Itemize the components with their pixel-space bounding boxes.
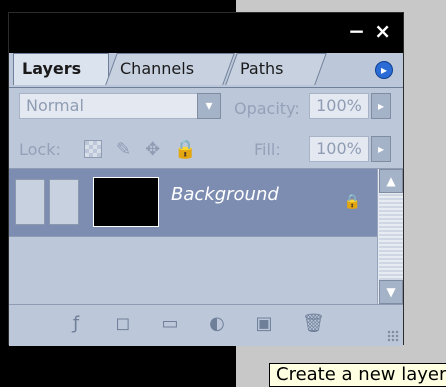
opacity-label: Opacity: (234, 99, 300, 118)
chevron-down-icon[interactable]: ▾ (197, 93, 221, 119)
panel-titlebar: − × (9, 13, 403, 53)
lock-position-icon[interactable]: ✥ (145, 139, 160, 160)
layer-mask-icon[interactable]: ◻ (114, 315, 132, 333)
fill-input[interactable]: 100% (309, 136, 369, 162)
visibility-icon[interactable] (15, 179, 45, 225)
fill-label: Fill: (254, 140, 281, 159)
lock-fill-row: Lock: ✎ ✥ 🔒 Fill: 100% ▸ (9, 127, 403, 169)
opacity-stepper-button[interactable]: ▸ (371, 93, 391, 119)
scroll-down-icon[interactable]: ▼ (379, 280, 403, 304)
tab-paths-label: Paths (240, 59, 284, 78)
lock-options: ✎ ✥ 🔒 (84, 136, 197, 162)
brush-icon[interactable] (49, 179, 79, 225)
new-group-icon[interactable]: ▭ (161, 315, 179, 333)
tab-channels-label: Channels (120, 59, 195, 78)
layer-row[interactable]: Background 🔒 (9, 169, 377, 237)
trash-icon[interactable]: 🗑 (302, 315, 325, 333)
opacity-input[interactable]: 100% (309, 93, 369, 119)
lock-transparent-icon[interactable] (84, 140, 102, 158)
lock-label: Lock: (19, 140, 61, 159)
tooltip: Create a new layer (269, 363, 446, 387)
resize-grip-icon[interactable] (387, 330, 399, 342)
blend-mode-select[interactable]: Normal ▾ (19, 93, 221, 119)
panel-footer: ƒ ◻ ▭ ◐ ▣ 🗑 (9, 304, 403, 346)
scroll-up-icon[interactable]: ▲ (379, 169, 403, 193)
layer-style-icon[interactable]: ƒ (67, 315, 85, 333)
blend-opacity-row: Normal ▾ Opacity: 100% ▸ (9, 87, 403, 127)
lock-image-icon[interactable]: ✎ (116, 139, 131, 160)
layers-list: Background 🔒 (9, 169, 377, 304)
scroll-track[interactable] (379, 193, 403, 280)
tab-layers[interactable]: Layers (13, 53, 109, 85)
layer-name: Background (171, 184, 279, 205)
fill-stepper-button[interactable]: ▸ (371, 136, 391, 162)
new-layer-icon[interactable]: ▣ (255, 315, 273, 333)
close-icon[interactable]: × (374, 21, 391, 41)
menu-arrow-icon[interactable]: ▸ (375, 61, 393, 79)
adjustment-layer-icon[interactable]: ◐ (208, 315, 226, 333)
lock-icon: 🔒 (343, 194, 361, 210)
layer-thumbnail (93, 177, 159, 227)
layers-panel: − × Layers Channels Paths ▸ Normal ▾ Opa… (8, 12, 404, 346)
background-black-area (0, 345, 236, 387)
layers-scrollbar[interactable]: ▲ ▼ (377, 169, 403, 304)
blend-mode-value: Normal (26, 96, 84, 115)
tab-channels[interactable]: Channels (105, 53, 235, 85)
panel-tabs: Layers Channels Paths ▸ (9, 53, 403, 88)
minimize-icon[interactable]: − (348, 21, 365, 41)
tab-paths[interactable]: Paths (225, 53, 327, 85)
footer-icons: ƒ ◻ ▭ ◐ ▣ 🗑 (67, 315, 325, 333)
lock-all-icon[interactable]: 🔒 (174, 139, 196, 160)
